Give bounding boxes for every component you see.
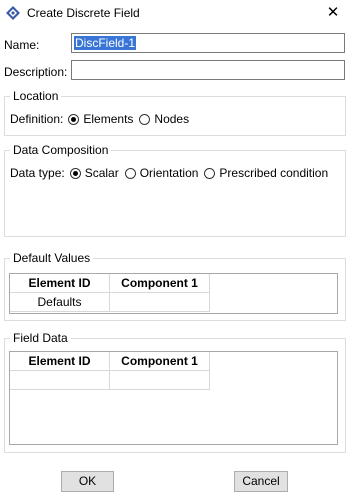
close-icon[interactable]: ✕ — [322, 2, 344, 24]
data-type-label: Data type: — [10, 166, 65, 180]
radio-nodes-label: Nodes — [154, 112, 190, 126]
default-values-table: Element ID Component 1 Defaults — [9, 273, 338, 314]
radio-nodes[interactable]: Nodes — [139, 112, 189, 126]
radio-prescribed-condition[interactable]: Prescribed condition — [204, 166, 328, 180]
radio-elements-icon — [68, 113, 80, 125]
field-data-legend: Field Data — [10, 331, 71, 345]
radio-prescribed-icon — [204, 167, 216, 179]
radio-prescribed-label: Prescribed condition — [219, 166, 329, 180]
radio-elements[interactable]: Elements — [68, 112, 133, 126]
table-row: Defaults — [10, 293, 337, 312]
column-header-element-id[interactable]: Element ID — [10, 352, 110, 371]
default-component-1-cell[interactable] — [110, 293, 210, 312]
radio-orientation-label: Orientation — [139, 166, 199, 180]
radio-nodes-icon — [139, 113, 151, 125]
radio-scalar-label: Scalar — [84, 166, 119, 180]
radio-orientation-icon — [124, 167, 136, 179]
definition-label: Definition: — [10, 112, 64, 126]
radio-scalar-icon — [69, 167, 81, 179]
table-header: Element ID Component 1 — [10, 352, 337, 371]
table-row — [10, 371, 337, 390]
name-value: DiscField-1 — [74, 36, 137, 50]
title-bar: Create Discrete Field ✕ — [0, 0, 350, 26]
ok-button[interactable]: OK — [61, 471, 114, 492]
table-header: Element ID Component 1 — [10, 274, 337, 293]
radio-orientation[interactable]: Orientation — [124, 166, 199, 180]
default-values-legend: Default Values — [10, 251, 94, 265]
location-legend: Location — [10, 89, 62, 103]
data-composition-legend: Data Composition — [10, 143, 112, 157]
radio-scalar[interactable]: Scalar — [69, 166, 119, 180]
definition-row: Definition: Elements Nodes — [10, 112, 195, 126]
data-type-row: Data type: Scalar Orientation Prescribed… — [10, 166, 334, 180]
field-data-table: Element ID Component 1 — [9, 351, 338, 445]
name-field[interactable]: DiscField-1 — [71, 33, 345, 53]
window-title: Create Discrete Field — [27, 6, 140, 20]
radio-elements-label: Elements — [83, 112, 134, 126]
column-header-element-id[interactable]: Element ID — [10, 274, 110, 293]
column-header-component-1[interactable]: Component 1 — [110, 352, 210, 371]
description-label: Description: — [4, 65, 68, 79]
data-composition-group — [4, 150, 346, 237]
cancel-button[interactable]: Cancel — [234, 471, 288, 492]
name-label: Name: — [4, 38, 40, 52]
description-field[interactable] — [71, 60, 345, 80]
element-id-cell[interactable] — [10, 371, 110, 390]
app-diamond-icon — [6, 6, 20, 20]
component-1-cell[interactable] — [110, 371, 210, 390]
row-label-defaults: Defaults — [10, 293, 110, 312]
column-header-component-1[interactable]: Component 1 — [110, 274, 210, 293]
